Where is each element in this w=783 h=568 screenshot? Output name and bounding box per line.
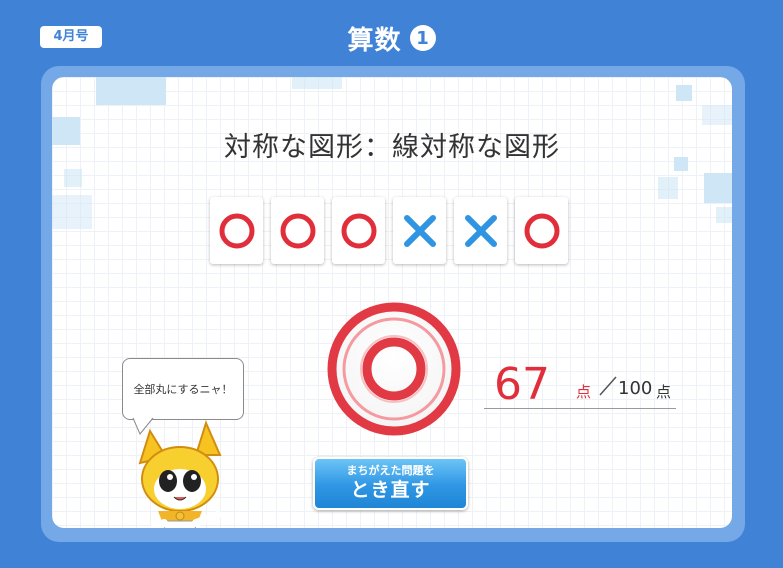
lesson-heading: 対称な図形：線対称な図形 bbox=[224, 132, 560, 163]
decor-square bbox=[52, 195, 92, 229]
decor-square bbox=[658, 177, 678, 199]
answer-tile-4 bbox=[393, 197, 446, 264]
answer-tile-5 bbox=[454, 197, 507, 264]
page-title: 算数 1 bbox=[0, 18, 783, 58]
answer-tile-6 bbox=[515, 197, 568, 264]
speech-text: 全部丸にするニャ！ bbox=[133, 383, 233, 396]
retry-wrong-questions-button[interactable]: まちがえた問題を とき直す bbox=[313, 457, 468, 510]
decor-square bbox=[704, 173, 732, 203]
wrong-mark-icon bbox=[403, 214, 436, 247]
score-display: 67 点 100 点 bbox=[484, 359, 676, 410]
decor-square bbox=[292, 77, 342, 89]
correct-mark-icon bbox=[524, 213, 559, 248]
wrong-mark-icon bbox=[464, 214, 497, 247]
decor-square bbox=[676, 85, 692, 101]
answer-tile-2 bbox=[271, 197, 324, 264]
answer-tile-3 bbox=[332, 197, 385, 264]
score-total-unit: 点 bbox=[656, 383, 672, 401]
retry-button-label: とき直す bbox=[350, 479, 431, 501]
score-total: 100 bbox=[618, 378, 653, 399]
cat-mascot-icon bbox=[138, 420, 222, 528]
answer-tiles bbox=[210, 197, 568, 264]
decor-square bbox=[64, 169, 82, 187]
result-card: 対称な図形：線対称な図形 67 点 100 点 全部丸にするニャ！ まちがえた問… bbox=[52, 77, 732, 528]
answer-tile-1 bbox=[210, 197, 263, 264]
decor-square bbox=[96, 77, 166, 105]
retry-button-sublabel: まちがえた問題を bbox=[346, 464, 435, 477]
unit-number-badge: 1 bbox=[409, 25, 436, 51]
correct-mark-icon bbox=[280, 213, 315, 248]
score-unit: 点 bbox=[576, 383, 592, 401]
decor-square bbox=[702, 105, 732, 125]
speech-bubble: 全部丸にするニャ！ bbox=[122, 358, 244, 420]
score-value: 67 bbox=[494, 359, 550, 410]
correct-mark-icon bbox=[341, 213, 376, 248]
subject-title: 算数 bbox=[347, 25, 402, 56]
app-screen: 4月号 算数 1 対称な図形：線対称な図形 67 点 100 点 全部丸にするニ… bbox=[0, 0, 783, 568]
double-circle-icon bbox=[327, 302, 461, 436]
correct-mark-icon bbox=[219, 213, 254, 248]
slash-divider bbox=[599, 376, 617, 396]
decor-square bbox=[716, 207, 732, 223]
